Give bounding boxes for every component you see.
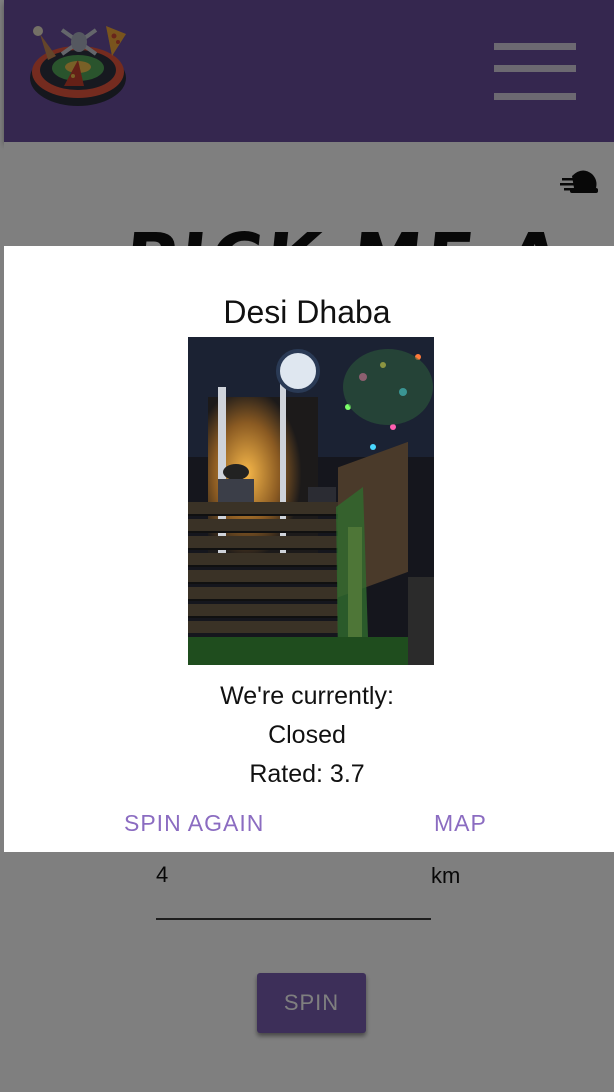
status-label: We're currently: [220, 682, 394, 710]
map-button[interactable]: MAP [434, 810, 487, 837]
rating-value: 3.7 [329, 760, 365, 788]
spin-again-button[interactable]: SPIN AGAIN [124, 810, 264, 837]
rating-text: Rated: 3.7 [0, 760, 614, 789]
rating-label: Rated: [249, 760, 330, 788]
restaurant-name: Desi Dhaba [223, 294, 391, 330]
app-screen: PICK ME A km SPIN Desi Dhaba [0, 0, 614, 1092]
restaurant-dialog: Desi Dhaba We're currently: Closed Rated… [4, 246, 614, 852]
restaurant-photo [188, 337, 434, 665]
open-status-value: Closed [268, 721, 346, 749]
